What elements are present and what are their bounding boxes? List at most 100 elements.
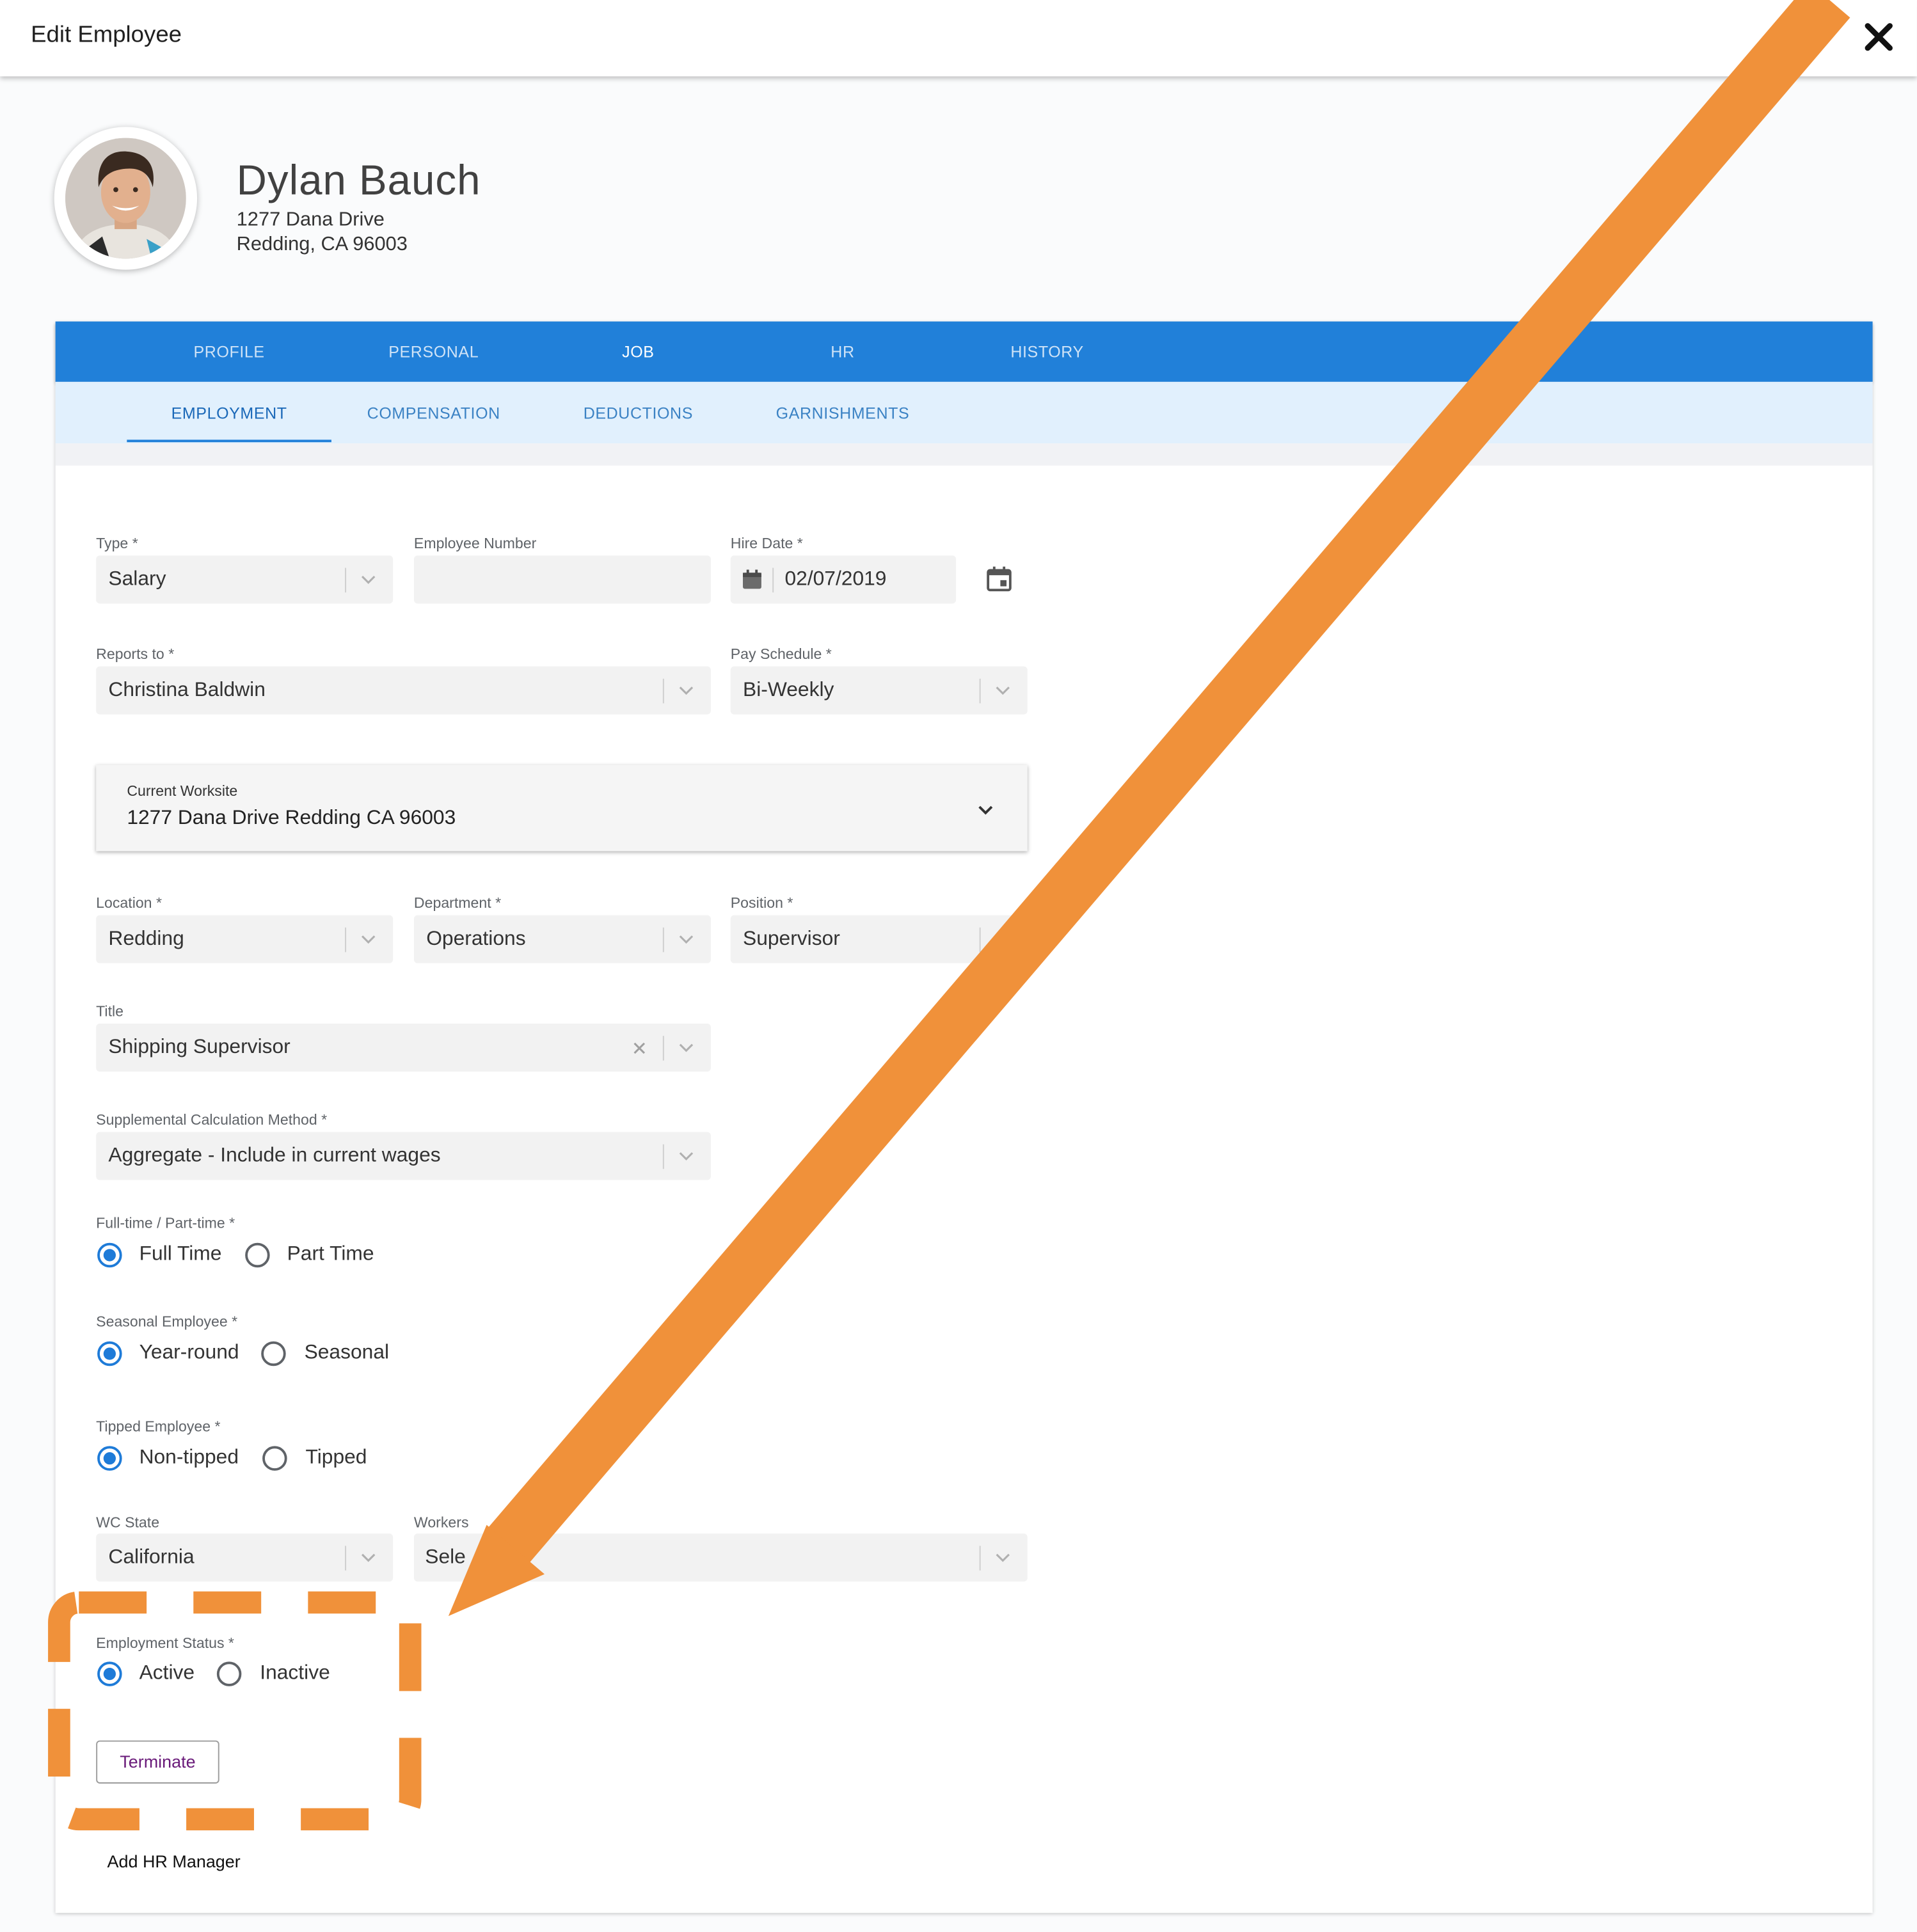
type-value: Salary <box>108 567 166 590</box>
inactive-label: Inactive <box>260 1661 330 1684</box>
tab-compensation[interactable]: COMPENSATION <box>331 404 536 423</box>
chevron-down-icon[interactable] <box>976 800 996 820</box>
select-divider <box>979 1546 981 1571</box>
employment-status-label: Employment Status * <box>96 1635 234 1652</box>
title-value: Shipping Supervisor <box>108 1036 290 1058</box>
type-label: Type * <box>96 534 138 552</box>
select-divider <box>662 927 664 953</box>
main-tabs: PROFILE PERSONAL JOB HR HISTORY <box>55 321 1873 382</box>
pay-schedule-value: Bi-Weekly <box>743 678 834 701</box>
select-divider <box>662 1036 664 1061</box>
select-divider <box>662 678 664 704</box>
select-divider <box>345 927 347 953</box>
supplemental-method-label: Supplemental Calculation Method * <box>96 1111 328 1128</box>
department-select[interactable]: Operations <box>413 915 711 963</box>
tipped-label: Tipped Employee * <box>96 1418 221 1436</box>
department-label: Department * <box>413 894 502 912</box>
terminate-button[interactable]: Terminate <box>96 1740 219 1784</box>
add-hr-manager-link[interactable]: Add HR Manager <box>107 1851 241 1871</box>
part-time-radio[interactable] <box>245 1242 270 1268</box>
non-tipped-label: Non-tipped <box>139 1446 239 1469</box>
employee-address-line1: 1277 Dana Drive <box>236 209 385 231</box>
select-divider <box>662 1144 664 1169</box>
non-tipped-radio[interactable] <box>97 1446 122 1471</box>
clear-icon[interactable] <box>631 1040 648 1057</box>
tipped-option-label: Tipped <box>305 1446 367 1469</box>
calendar-picker-icon[interactable] <box>985 566 1012 592</box>
workers-comp-value: Sele <box>425 1546 466 1569</box>
tab-history[interactable]: HISTORY <box>945 342 1150 361</box>
full-part-time-label: Full-time / Part-time * <box>96 1214 235 1232</box>
position-label: Position * <box>730 894 793 912</box>
current-worksite-label: Current Worksite <box>127 782 238 800</box>
active-label: Active <box>139 1661 195 1684</box>
employee-card: PROFILE PERSONAL JOB HR HISTORY EMPLOYME… <box>55 321 1873 1913</box>
current-worksite-select[interactable]: Current Worksite 1277 Dana Drive Redding… <box>96 764 1028 851</box>
title-label: Title <box>96 1002 123 1020</box>
title-select[interactable]: Shipping Supervisor <box>96 1024 711 1072</box>
position-select[interactable]: Supervisor <box>730 915 1028 963</box>
select-divider <box>979 927 981 953</box>
active-tab-indicator <box>127 439 331 443</box>
hire-date-value: 02/07/2019 <box>784 567 887 590</box>
chevron-down-icon[interactable] <box>360 570 377 587</box>
seasonal-radio[interactable] <box>261 1341 286 1366</box>
chevron-down-icon[interactable] <box>360 930 377 947</box>
tab-garnishments[interactable]: GARNISHMENTS <box>740 404 945 423</box>
calendar-icon <box>743 569 761 589</box>
reports-to-label: Reports to * <box>96 645 175 663</box>
year-round-label: Year-round <box>139 1341 239 1364</box>
tab-deductions[interactable]: DEDUCTIONS <box>536 404 741 423</box>
workers-comp-select[interactable]: Sele <box>413 1533 1028 1582</box>
tipped-radio[interactable] <box>262 1446 287 1471</box>
chevron-down-icon[interactable] <box>994 930 1012 947</box>
avatar-photo <box>65 138 186 259</box>
employee-name: Dylan Bauch <box>236 157 481 205</box>
wc-state-select[interactable]: California <box>96 1533 394 1582</box>
chevron-down-icon[interactable] <box>678 930 695 947</box>
tab-personal[interactable]: PERSONAL <box>331 342 536 361</box>
close-icon[interactable] <box>1854 12 1904 61</box>
pay-schedule-label: Pay Schedule * <box>730 645 832 663</box>
reports-to-value: Christina Baldwin <box>108 678 266 701</box>
position-value: Supervisor <box>743 927 840 950</box>
select-divider <box>345 1546 347 1571</box>
seasonal-option-label: Seasonal <box>304 1341 390 1364</box>
select-divider <box>979 678 981 704</box>
avatar <box>54 127 198 270</box>
section-band <box>55 443 1873 466</box>
chevron-down-icon[interactable] <box>994 1548 1012 1565</box>
chevron-down-icon[interactable] <box>678 1147 695 1164</box>
chevron-down-icon[interactable] <box>678 681 695 699</box>
part-time-label: Part Time <box>287 1242 374 1265</box>
hire-date-input[interactable]: 02/07/2019 <box>730 555 957 604</box>
supplemental-method-select[interactable]: Aggregate - Include in current wages <box>96 1132 711 1180</box>
inactive-radio[interactable] <box>216 1661 242 1686</box>
location-label: Location * <box>96 894 162 912</box>
chevron-down-icon[interactable] <box>994 681 1012 699</box>
full-time-label: Full Time <box>139 1242 222 1265</box>
chevron-down-icon[interactable] <box>678 1038 695 1056</box>
select-divider <box>345 567 347 593</box>
tab-hr[interactable]: HR <box>740 342 945 361</box>
pay-schedule-select[interactable]: Bi-Weekly <box>730 666 1028 715</box>
window-title: Edit Employee <box>31 22 182 49</box>
wc-state-value: California <box>108 1546 195 1569</box>
type-select[interactable]: Salary <box>96 555 394 604</box>
wc-state-label: WC State <box>96 1514 160 1532</box>
tab-employment[interactable]: EMPLOYMENT <box>127 404 331 423</box>
seasonal-label: Seasonal Employee * <box>96 1313 238 1331</box>
full-time-radio[interactable] <box>97 1242 122 1268</box>
employee-number-label: Employee Number <box>413 534 537 552</box>
employee-address-line2: Redding, CA 96003 <box>236 234 408 255</box>
chevron-down-icon[interactable] <box>360 1548 377 1565</box>
active-radio[interactable] <box>97 1661 122 1686</box>
tab-job[interactable]: JOB <box>536 342 741 361</box>
employee-number-input[interactable] <box>413 555 711 604</box>
department-value: Operations <box>426 927 526 950</box>
year-round-radio[interactable] <box>97 1341 122 1366</box>
location-select[interactable]: Redding <box>96 915 394 963</box>
tab-profile[interactable]: PROFILE <box>127 342 331 361</box>
reports-to-select[interactable]: Christina Baldwin <box>96 666 711 715</box>
location-value: Redding <box>108 927 184 950</box>
